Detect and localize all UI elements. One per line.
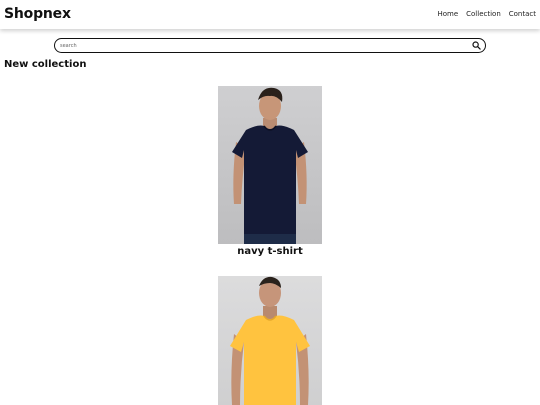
product-photo-yellow-tshirt	[218, 276, 322, 405]
product-image[interactable]	[218, 276, 322, 405]
section-title: New collection	[4, 59, 87, 70]
nav-link-collection[interactable]: Collection	[466, 10, 501, 19]
navbar: Shopnex Home Collection Contact	[0, 0, 540, 29]
product-card[interactable]	[218, 276, 322, 405]
nav-link-contact[interactable]: Contact	[509, 10, 536, 19]
brand-logo[interactable]: Shopnex	[4, 6, 71, 22]
product-image[interactable]	[218, 86, 322, 244]
product-card[interactable]: navy t-shirt	[218, 86, 322, 258]
search-input[interactable]	[60, 40, 460, 51]
search-button[interactable]	[471, 40, 482, 51]
nav-links: Home Collection Contact	[437, 10, 536, 19]
search-bar	[54, 38, 486, 53]
nav-link-home[interactable]: Home	[437, 10, 458, 19]
product-photo-navy-tshirt	[218, 86, 322, 244]
product-name[interactable]: navy t-shirt	[218, 245, 322, 258]
search-icon	[472, 41, 481, 50]
